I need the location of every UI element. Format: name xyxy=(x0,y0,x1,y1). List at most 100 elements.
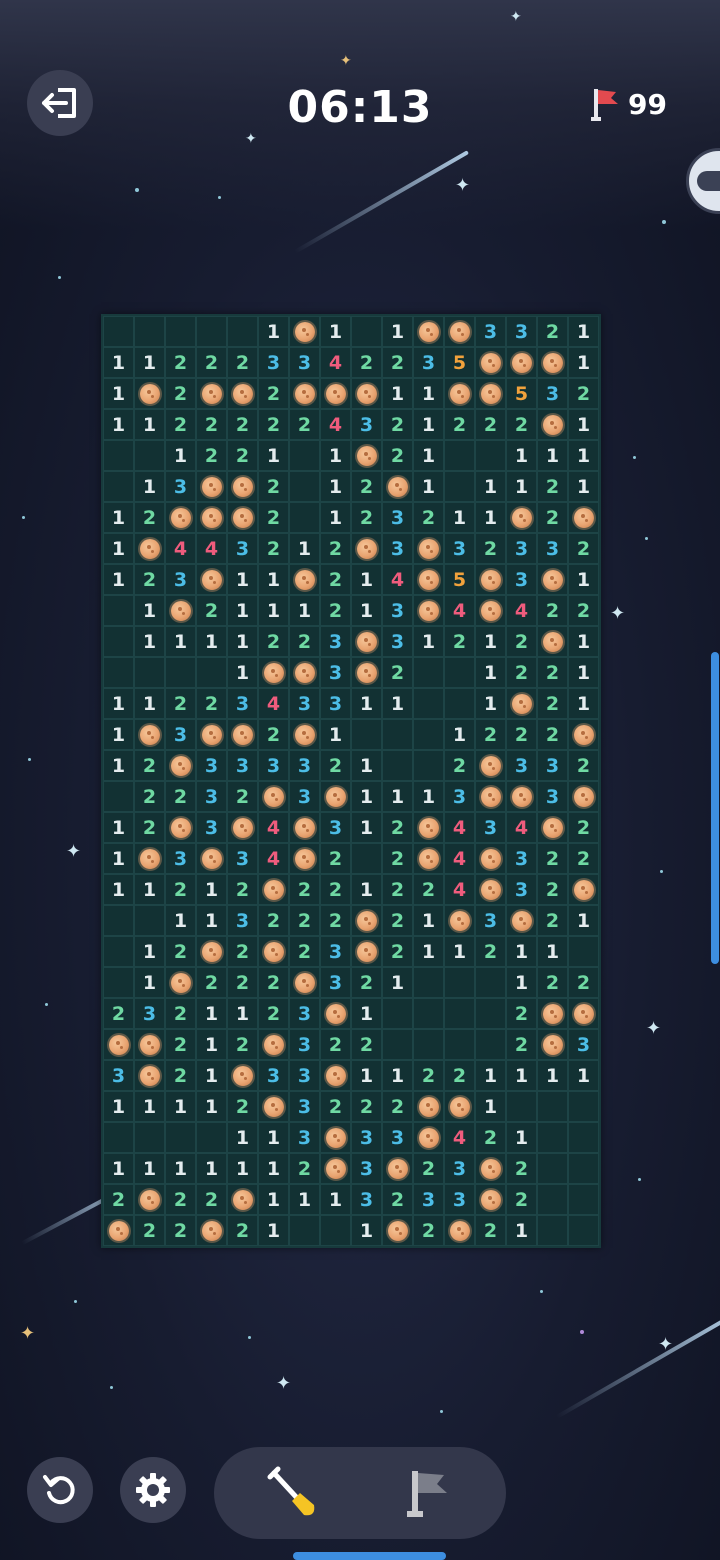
mine-cell[interactable] xyxy=(351,440,382,471)
number-cell[interactable]: 3 xyxy=(537,533,568,564)
number-cell[interactable]: 1 xyxy=(351,564,382,595)
number-cell[interactable]: 1 xyxy=(196,1029,227,1060)
mine-cell[interactable] xyxy=(289,812,320,843)
number-cell[interactable]: 2 xyxy=(289,905,320,936)
number-cell[interactable]: 1 xyxy=(165,626,196,657)
number-cell[interactable]: 1 xyxy=(475,626,506,657)
mine-cell[interactable] xyxy=(227,471,258,502)
number-cell[interactable]: 4 xyxy=(165,533,196,564)
empty-cell[interactable] xyxy=(103,781,134,812)
mine-cell[interactable] xyxy=(413,316,444,347)
number-cell[interactable]: 1 xyxy=(537,1060,568,1091)
mine-cell[interactable] xyxy=(382,471,413,502)
number-cell[interactable]: 3 xyxy=(475,905,506,936)
number-cell[interactable]: 1 xyxy=(227,595,258,626)
number-cell[interactable]: 3 xyxy=(165,471,196,502)
mine-cell[interactable] xyxy=(134,1029,165,1060)
number-cell[interactable]: 2 xyxy=(568,533,599,564)
mine-cell[interactable] xyxy=(320,1122,351,1153)
mine-cell[interactable] xyxy=(475,347,506,378)
empty-cell[interactable] xyxy=(413,750,444,781)
mine-cell[interactable] xyxy=(537,1029,568,1060)
number-cell[interactable]: 1 xyxy=(258,316,289,347)
number-cell[interactable]: 1 xyxy=(413,440,444,471)
mine-cell[interactable] xyxy=(165,812,196,843)
empty-cell[interactable] xyxy=(413,1029,444,1060)
number-cell[interactable]: 3 xyxy=(351,1184,382,1215)
mine-cell[interactable] xyxy=(134,719,165,750)
number-cell[interactable]: 2 xyxy=(196,440,227,471)
number-cell[interactable]: 2 xyxy=(258,626,289,657)
empty-cell[interactable] xyxy=(568,1122,599,1153)
mine-cell[interactable] xyxy=(351,533,382,564)
empty-cell[interactable] xyxy=(475,967,506,998)
mine-cell[interactable] xyxy=(165,967,196,998)
empty-cell[interactable] xyxy=(568,1153,599,1184)
number-cell[interactable]: 2 xyxy=(475,1122,506,1153)
number-cell[interactable]: 4 xyxy=(444,843,475,874)
number-cell[interactable]: 4 xyxy=(196,533,227,564)
mine-cell[interactable] xyxy=(506,905,537,936)
number-cell[interactable]: 2 xyxy=(506,626,537,657)
number-cell[interactable]: 1 xyxy=(227,1122,258,1153)
number-cell[interactable]: 3 xyxy=(506,750,537,781)
mine-cell[interactable] xyxy=(413,595,444,626)
mine-cell[interactable] xyxy=(351,936,382,967)
number-cell[interactable]: 2 xyxy=(227,1029,258,1060)
mine-cell[interactable] xyxy=(227,378,258,409)
number-cell[interactable]: 2 xyxy=(568,378,599,409)
empty-cell[interactable] xyxy=(506,1091,537,1122)
empty-cell[interactable] xyxy=(413,967,444,998)
number-cell[interactable]: 2 xyxy=(258,719,289,750)
mine-cell[interactable] xyxy=(475,874,506,905)
number-cell[interactable]: 3 xyxy=(506,533,537,564)
number-cell[interactable]: 3 xyxy=(413,1184,444,1215)
empty-cell[interactable] xyxy=(382,750,413,781)
number-cell[interactable]: 2 xyxy=(165,874,196,905)
restart-button[interactable] xyxy=(27,1457,93,1523)
number-cell[interactable]: 2 xyxy=(134,812,165,843)
number-cell[interactable]: 1 xyxy=(351,998,382,1029)
number-cell[interactable]: 3 xyxy=(134,998,165,1029)
number-cell[interactable]: 3 xyxy=(289,750,320,781)
number-cell[interactable]: 3 xyxy=(258,347,289,378)
number-cell[interactable]: 1 xyxy=(165,1153,196,1184)
number-cell[interactable]: 2 xyxy=(227,440,258,471)
number-cell[interactable]: 2 xyxy=(506,409,537,440)
number-cell[interactable]: 2 xyxy=(537,905,568,936)
number-cell[interactable]: 1 xyxy=(134,595,165,626)
number-cell[interactable]: 2 xyxy=(227,347,258,378)
flag-tool-button[interactable] xyxy=(370,1447,490,1539)
number-cell[interactable]: 2 xyxy=(196,409,227,440)
number-cell[interactable]: 2 xyxy=(382,440,413,471)
number-cell[interactable]: 1 xyxy=(103,719,134,750)
number-cell[interactable]: 1 xyxy=(351,781,382,812)
number-cell[interactable]: 3 xyxy=(506,316,537,347)
number-cell[interactable]: 2 xyxy=(351,967,382,998)
number-cell[interactable]: 1 xyxy=(134,347,165,378)
number-cell[interactable]: 1 xyxy=(134,874,165,905)
mine-cell[interactable] xyxy=(537,998,568,1029)
number-cell[interactable]: 2 xyxy=(165,378,196,409)
mine-cell[interactable] xyxy=(506,502,537,533)
number-cell[interactable]: 4 xyxy=(444,595,475,626)
number-cell[interactable]: 2 xyxy=(227,936,258,967)
mine-cell[interactable] xyxy=(196,719,227,750)
mine-cell[interactable] xyxy=(165,750,196,781)
number-cell[interactable]: 1 xyxy=(382,781,413,812)
mine-cell[interactable] xyxy=(134,533,165,564)
number-cell[interactable]: 3 xyxy=(537,378,568,409)
number-cell[interactable]: 3 xyxy=(475,316,506,347)
empty-cell[interactable] xyxy=(165,316,196,347)
number-cell[interactable]: 1 xyxy=(196,1153,227,1184)
number-cell[interactable]: 3 xyxy=(475,812,506,843)
number-cell[interactable]: 1 xyxy=(537,440,568,471)
mine-cell[interactable] xyxy=(537,812,568,843)
number-cell[interactable]: 2 xyxy=(258,502,289,533)
number-cell[interactable]: 1 xyxy=(103,409,134,440)
number-cell[interactable]: 2 xyxy=(258,378,289,409)
number-cell[interactable]: 1 xyxy=(103,1091,134,1122)
empty-cell[interactable] xyxy=(196,1122,227,1153)
number-cell[interactable]: 2 xyxy=(568,750,599,781)
number-cell[interactable]: 2 xyxy=(134,750,165,781)
